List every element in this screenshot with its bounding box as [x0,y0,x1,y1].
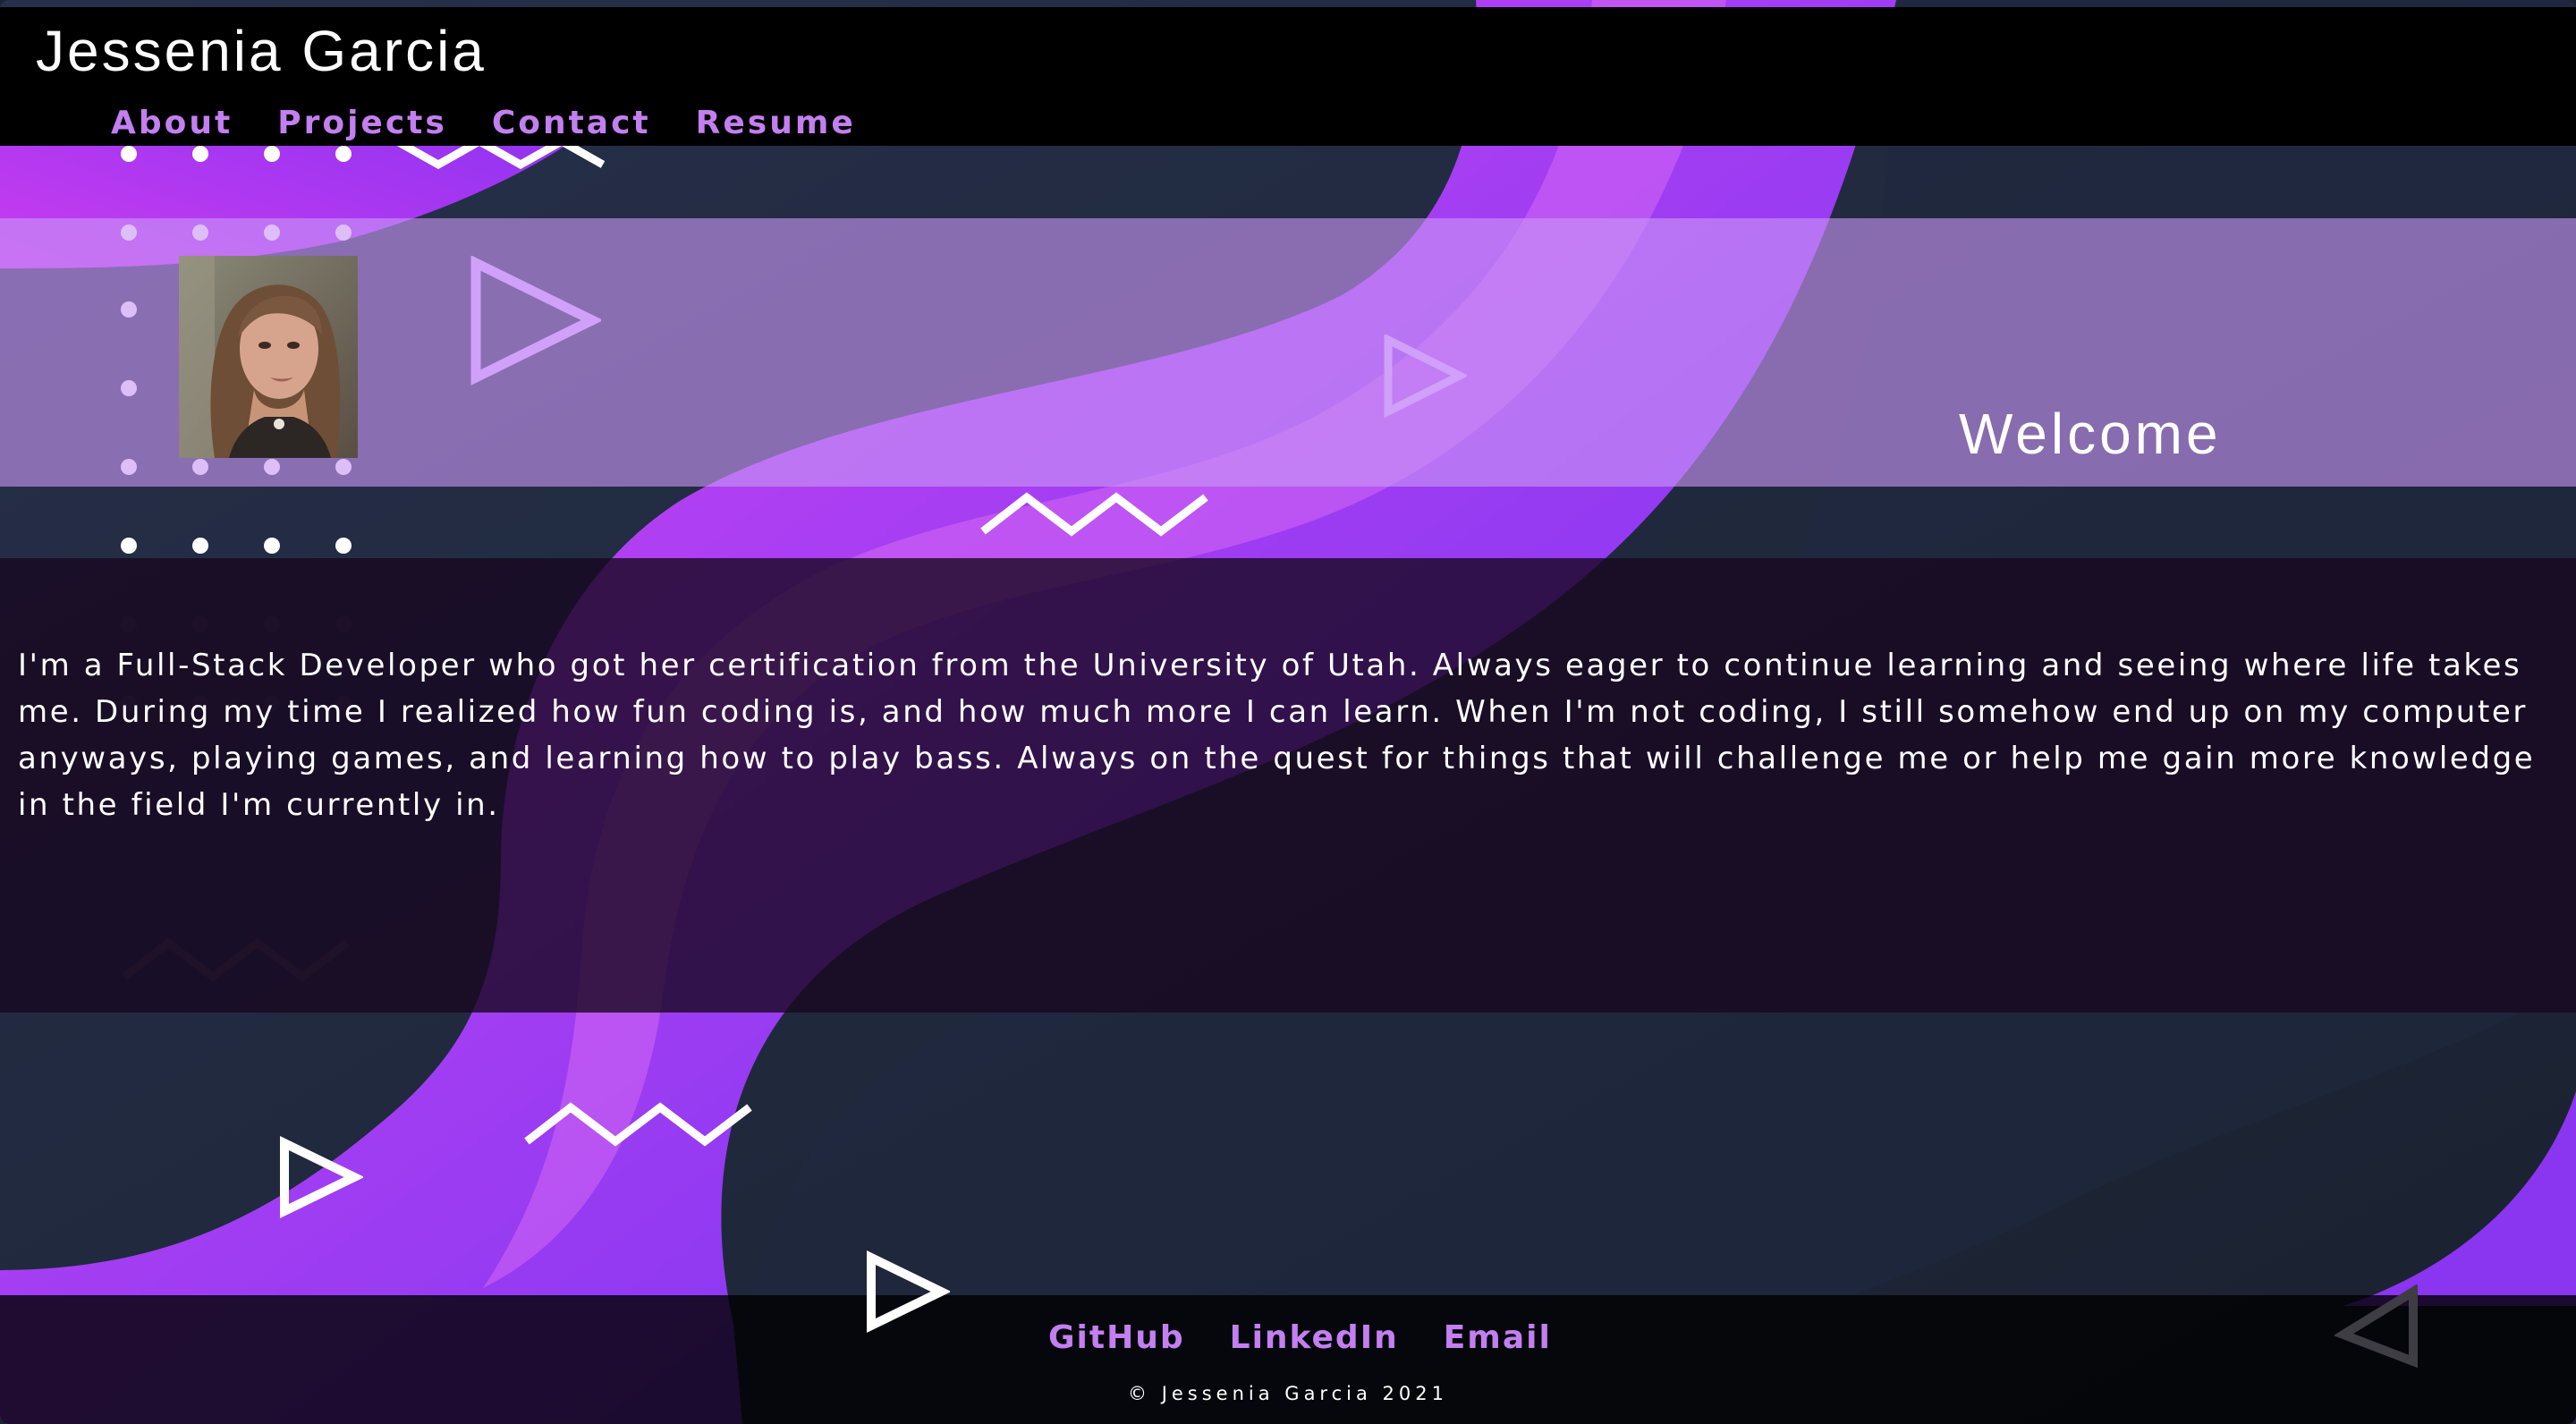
triangle-play-icon [280,1136,363,1218]
nav-about-link[interactable]: About [111,104,233,143]
profile-photo-icon [179,256,358,458]
zigzag-icon [524,1102,752,1147]
portfolio-page: Jessenia Garcia About Projects Contact R… [0,0,2576,1424]
nav-projects-link[interactable]: Projects [277,104,447,143]
triangle-play-icon [2334,1284,2418,1369]
footer-linkedin-link[interactable]: LinkedIn [1230,1318,1399,1358]
zigzag-icon [980,492,1208,537]
avatar [179,256,358,458]
copyright-text: © Jessenia Garcia 2021 [1128,1383,1448,1404]
nav-contact-link[interactable]: Contact [492,104,651,143]
triangle-play-icon [867,1250,950,1333]
nav-resume-link[interactable]: Resume [696,104,856,143]
footer-github-link[interactable]: GitHub [1048,1318,1185,1358]
about-paragraph: I'm a Full-Stack Developer who got her c… [18,648,2536,823]
footer-links: GitHub LinkedIn Email [1048,1318,1552,1358]
site-title: Jessenia Garcia [36,19,487,83]
site-header: Jessenia Garcia About Projects Contact R… [0,7,2576,146]
main-nav: About Projects Contact Resume [111,104,856,143]
footer-email-link[interactable]: Email [1444,1318,1552,1358]
welcome-heading: Welcome [1959,402,2222,466]
